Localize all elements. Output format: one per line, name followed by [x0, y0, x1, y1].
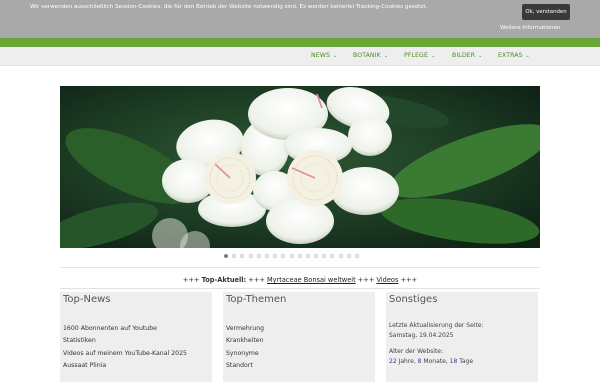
age-years: 22: [389, 358, 397, 365]
ticker-sep: +++: [182, 276, 200, 284]
panel-title: Top-News: [63, 294, 111, 305]
slider-dot[interactable]: [289, 254, 294, 258]
slider-dot[interactable]: [232, 254, 237, 258]
top-aktuell-ticker: +++ Top-Aktuell: +++ Myrtaceae Bonsai we…: [60, 276, 540, 284]
site-info: Letzte Aktualisierung der Seite: Samstag…: [389, 321, 484, 367]
theme-link[interactable]: Synonyme: [226, 348, 264, 360]
slider-dot[interactable]: [281, 254, 286, 258]
hero-slider-image[interactable]: [60, 86, 540, 248]
ticker-link-videos[interactable]: Videos: [376, 276, 398, 284]
theme-link[interactable]: Vermehrung: [226, 323, 264, 335]
age-months-unit: Monate,: [423, 358, 448, 365]
age-days-unit: Tage: [459, 358, 474, 365]
cookie-accept-button[interactable]: Ok, verstanden: [522, 4, 570, 20]
slider-dot[interactable]: [314, 254, 319, 258]
slider-dot[interactable]: [264, 254, 269, 258]
slider-dot[interactable]: [330, 254, 335, 258]
cookie-more-info-link[interactable]: Weitere Informationen: [500, 25, 560, 31]
ticker-link-myrtaceae[interactable]: Myrtaceae Bonsai weltweit: [267, 276, 356, 284]
ticker-sep: +++: [400, 276, 418, 284]
slider-dot[interactable]: [240, 254, 245, 258]
flower-photo: [60, 86, 540, 248]
site-age: 22 Jahre, 8 Monate, 18 Tage: [389, 357, 484, 367]
themen-list: Vermehrung Krankheiten Synonyme Standort: [226, 323, 264, 372]
top-themen-panel: Top-Themen Vermehrung Krankheiten Synony…: [223, 292, 375, 382]
divider: [60, 267, 540, 268]
age-months: 8: [417, 358, 422, 365]
nav-label: EXTRAS: [498, 52, 523, 59]
news-link[interactable]: Videos auf meinem YouTube-Kanal 2025: [63, 348, 187, 360]
slider-dots: [224, 254, 359, 258]
nav-label: NEWS: [311, 52, 330, 59]
slider-dot[interactable]: [297, 254, 302, 258]
cookie-message: Wir verwenden ausschließlich Session-Coo…: [30, 4, 428, 10]
header-band: [0, 38, 600, 47]
chevron-down-icon: ⌄: [525, 52, 530, 59]
update-label: Letzte Aktualisierung der Seite:: [389, 322, 484, 329]
nav-item-extras[interactable]: EXTRAS ⌄: [498, 52, 530, 59]
main-nav: NEWS ⌄ BOTANIK ⌄ PFLEGE ⌄ BILDER ⌄ EXTRAS ⌄: [0, 47, 600, 66]
nav-item-news[interactable]: NEWS ⌄: [311, 52, 337, 59]
nav-label: BILDER: [452, 52, 476, 59]
news-list: 1600 Abonnenten auf Youtube Statistiken …: [63, 323, 187, 372]
slider-dot[interactable]: [248, 254, 253, 258]
nav-label: PFLEGE: [404, 52, 428, 59]
news-link[interactable]: 1600 Abonnenten auf Youtube: [63, 323, 187, 335]
ticker-sep: +++: [357, 276, 375, 284]
panel-title: Top-Themen: [226, 294, 287, 305]
update-date: Samstag, 19.04.2025: [389, 332, 454, 339]
age-days: 18: [449, 358, 458, 365]
news-link[interactable]: Aussaat Plinia: [63, 360, 187, 372]
news-link[interactable]: Statistiken: [63, 335, 187, 347]
sonstiges-panel: Sonstiges Letzte Aktualisierung der Seit…: [386, 292, 538, 382]
divider: [60, 288, 540, 289]
theme-link[interactable]: Krankheiten: [226, 335, 264, 347]
theme-link[interactable]: Standort: [226, 360, 264, 372]
slider-dot[interactable]: [273, 254, 278, 258]
cookie-banner: Wir verwenden ausschließlich Session-Coo…: [0, 0, 600, 38]
chevron-down-icon: ⌄: [430, 52, 436, 59]
panel-title: Sonstiges: [389, 294, 438, 305]
chevron-down-icon: ⌄: [332, 52, 338, 59]
top-news-panel: Top-News 1600 Abonnenten auf Youtube Sta…: [60, 292, 212, 382]
nav-item-botanik[interactable]: BOTANIK ⌄: [353, 52, 388, 59]
slider-dot[interactable]: [338, 254, 343, 258]
ticker-sep: +++: [248, 276, 265, 284]
nav-label: BOTANIK: [353, 52, 381, 59]
slider-dot[interactable]: [256, 254, 261, 258]
age-years-unit: Jahre,: [398, 358, 416, 365]
age-label: Alter der Website:: [389, 348, 444, 355]
ticker-prefix: Top-Aktuell:: [201, 276, 247, 284]
slider-dot[interactable]: [305, 254, 310, 258]
slider-dot[interactable]: [355, 254, 359, 258]
slider-dot[interactable]: [346, 254, 351, 258]
chevron-down-icon: ⌄: [478, 52, 483, 59]
nav-item-bilder[interactable]: BILDER ⌄: [452, 52, 482, 59]
chevron-down-icon: ⌄: [383, 52, 389, 59]
slider-dot[interactable]: [224, 254, 228, 258]
nav-item-pflege[interactable]: PFLEGE ⌄: [404, 52, 435, 59]
slider-dot[interactable]: [322, 254, 327, 258]
